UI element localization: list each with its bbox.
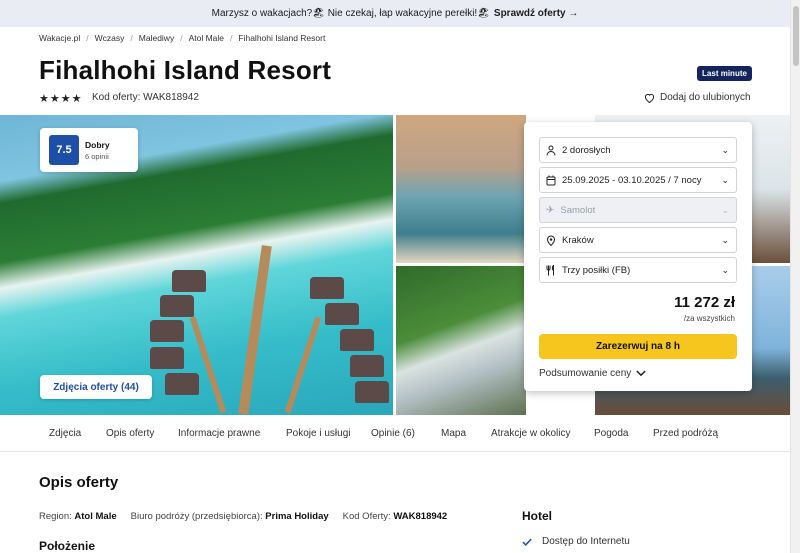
price-note: /za wszystkich [683,314,735,323]
price-summary-label: Podsumowanie ceny [539,368,632,379]
chevron-down-icon: ⌄ [721,175,729,185]
dates-value: 25.09.2025 - 03.10.2025 / 7 nocy [562,174,702,186]
location-heading: Położenie [39,539,96,553]
breadcrumb-item[interactable]: Wakacje.pl [39,33,80,43]
price-summary-toggle[interactable]: Podsumowanie ceny [539,368,646,379]
rating-score: 7.5 [49,135,79,165]
airplane-icon: ✈ [546,204,555,216]
tab-photos[interactable]: Zdjęcia [49,428,81,439]
offer-photos-button[interactable]: Zdjęcia oferty (44) [40,375,152,399]
calendar-icon [546,175,556,185]
total-price: 11 272 zł [674,294,735,311]
tab-rooms[interactable]: Pokoje i usługi [286,428,350,439]
tab-attractions[interactable]: Atrakcje w okolicy [491,428,570,439]
check-icon [522,538,532,546]
star-rating: ★ ★ ★ ★ [39,92,82,105]
favorites-label: Dodaj do ulubionych [660,92,751,103]
breadcrumb-item[interactable]: Atol Male [189,33,224,43]
offer-code: Kod oferty: WAK818942 [92,92,199,103]
tab-legal-info[interactable]: Informacje prawne [178,428,260,439]
chevron-down-icon: ⌄ [721,235,729,245]
page-title: Fihalhohi Island Resort [39,55,332,85]
chevron-down-icon: ⌄ [721,265,729,275]
star-icon: ★ [39,93,49,105]
travelers-select[interactable]: 2 dorosłych ⌄ [539,137,737,163]
code-value: WAK818942 [393,511,448,522]
rating-card[interactable]: 7.5 Dobry 6 opinii [40,128,138,172]
tab-before-trip[interactable]: Przed podróżą [653,428,718,439]
chevron-down-icon: ⌄ [721,205,729,215]
amenity-label: Dostęp do Internetu [542,536,630,547]
scrollbar-thumb[interactable] [793,6,799,66]
operator-value: Prima Holiday [265,511,329,522]
section-title: Opis oferty [39,474,119,491]
region-value: Atol Male [74,511,117,522]
banner-cta-link[interactable]: Sprawdź oferty → [494,8,578,19]
tab-description[interactable]: Opis oferty [106,428,154,439]
transport-select: ✈ Samolot ⌄ [539,197,737,223]
promo-banner[interactable]: Marzysz o wakacjach?🏖 Nie czekaj, łap wa… [0,0,790,27]
chevron-down-icon [636,370,646,377]
transport-value: Samolot [560,204,596,216]
book-button[interactable]: Zarezerwuj na 8 h [539,334,737,359]
hotel-heading: Hotel [522,509,552,523]
breadcrumb: Wakacje.pl / Wczasy / Malediwy / Atol Male /… [39,33,326,43]
star-icon: ★ [60,93,71,105]
tab-reviews[interactable]: Opinie (6) [371,428,415,439]
region-info: Region: Atol Male [39,511,117,522]
last-minute-badge: Last minute [697,66,752,81]
person-icon [546,145,556,156]
amenity-item: Dostęp do Internetu [522,536,630,547]
travelers-value: 2 dorosłych [562,144,611,156]
heart-icon [644,93,655,103]
star-icon: ★ [71,93,82,105]
board-value: Trzy posiłki (FB) [562,264,631,276]
gallery-photo[interactable] [396,115,526,263]
breadcrumb-current: Fihalhohi Island Resort [238,33,326,43]
code-info: Kod Oferty: WAK818942 [342,511,448,522]
star-icon: ★ [49,93,60,105]
page-scrollbar[interactable] [790,0,800,553]
add-to-favorites-button[interactable]: Dodaj do ulubionych [644,92,751,103]
gallery-photo[interactable] [396,266,526,415]
offer-meta: Region: Atol Male Biuro podróży (przedsi… [39,511,447,522]
cutlery-icon [546,264,554,275]
departure-select[interactable]: Kraków ⌄ [539,227,737,253]
review-count: 6 opinii [85,151,109,161]
booking-panel: 2 dorosłych ⌄ 25.09.2025 - 03.10.2025 / … [524,122,752,391]
location-pin-icon [546,235,556,246]
breadcrumb-item[interactable]: Malediwy [139,33,174,43]
dates-select[interactable]: 25.09.2025 - 03.10.2025 / 7 nocy ⌄ [539,167,737,193]
chevron-down-icon: ⌄ [721,145,729,155]
breadcrumb-item[interactable]: Wczasy [95,33,125,43]
tab-weather[interactable]: Pogoda [594,428,628,439]
rating-label: Dobry [85,139,110,150]
board-select[interactable]: Trzy posiłki (FB) ⌄ [539,257,737,283]
section-tabs: Zdjęcia Opis oferty Informacje prawne Po… [0,415,790,452]
operator-info: Biuro podróży (przedsiębiorca): Prima Ho… [130,511,329,522]
tab-map[interactable]: Mapa [441,428,466,439]
departure-value: Kraków [562,234,594,246]
banner-text: Marzysz o wakacjach?🏖 Nie czekaj, łap wa… [211,8,490,19]
